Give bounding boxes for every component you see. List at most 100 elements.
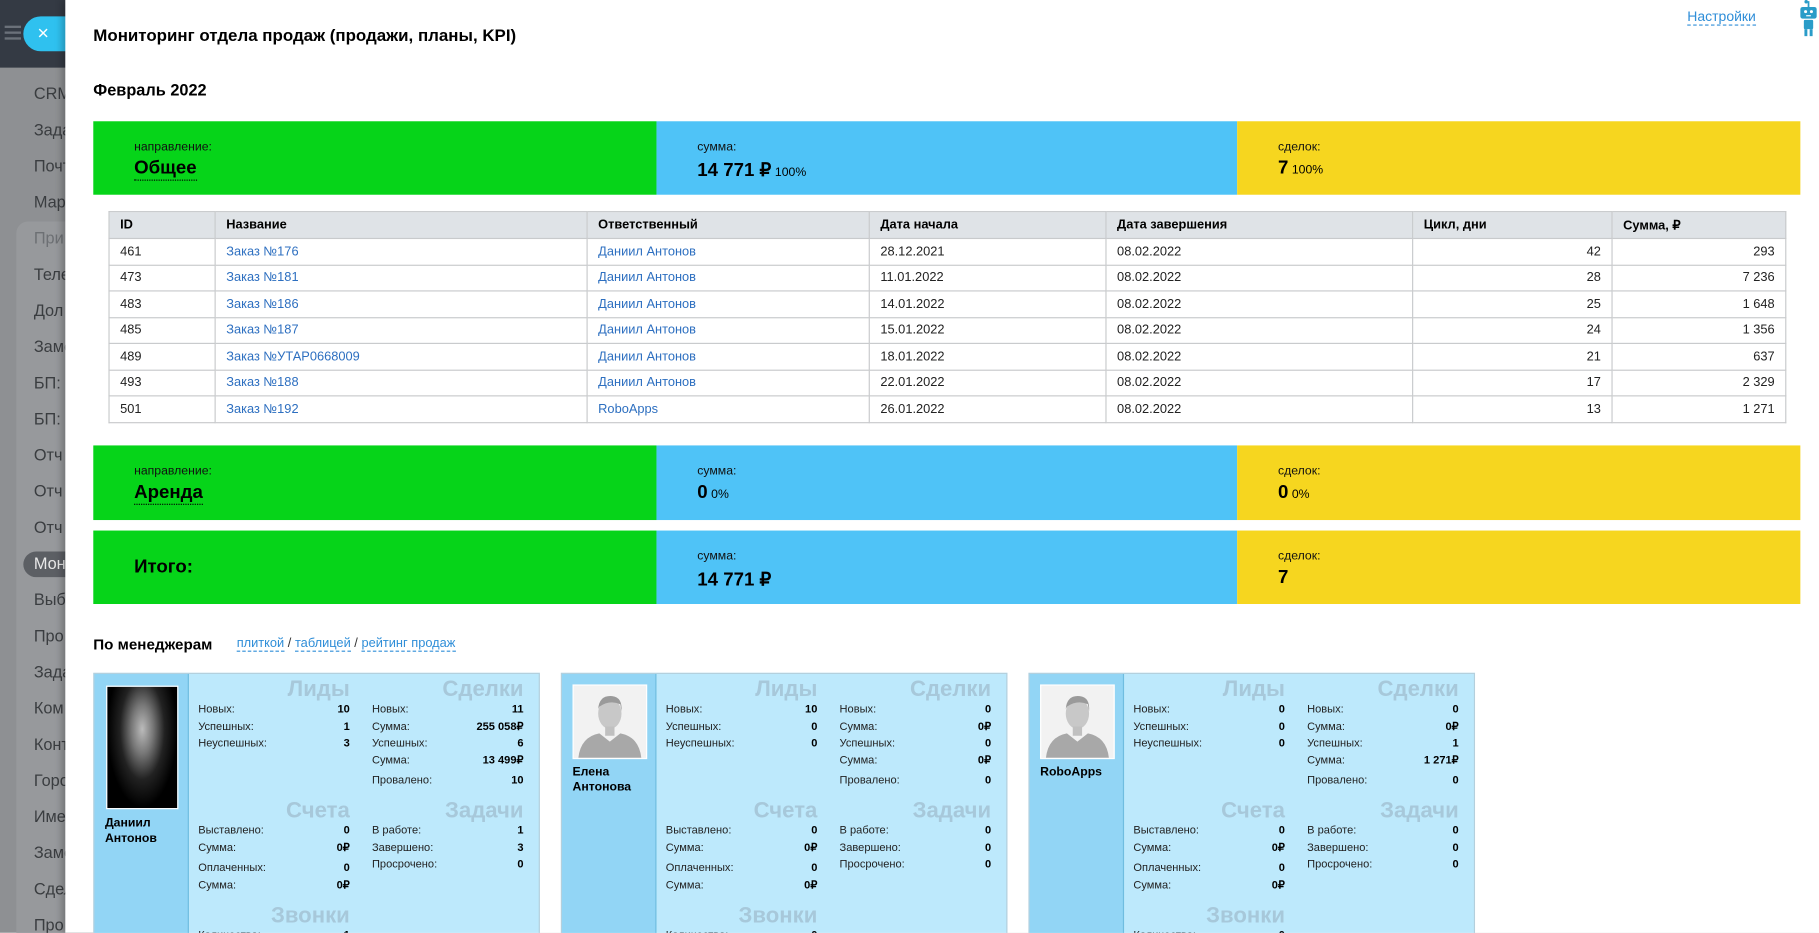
period-heading: Февраль 2022 xyxy=(93,80,207,100)
col-id: ID xyxy=(108,211,216,240)
total-label: Итого: xyxy=(134,557,193,578)
robot-icon[interactable] xyxy=(1797,0,1819,37)
stat-value: 255 058₽ xyxy=(476,720,524,733)
sum-label: сумма: xyxy=(697,139,737,154)
sidebar-item[interactable]: Дол xyxy=(34,301,63,320)
deal-link[interactable]: Заказ №188 xyxy=(226,376,298,390)
manager-card: Елена Антонова Лиды Новых: 10 Успешных: 0 Неус… xyxy=(560,672,1008,933)
view-table-link[interactable]: таблицей xyxy=(294,636,351,652)
deal-link[interactable]: Заказ №192 xyxy=(226,402,298,416)
settings-link[interactable]: Настройки xyxy=(1687,8,1756,26)
stat-value: 0 xyxy=(1278,824,1285,838)
stat-label: Количество: xyxy=(666,928,729,932)
stat-row: Сумма: 13 499₽ xyxy=(372,753,524,770)
deal-link[interactable]: Заказ №186 xyxy=(226,297,298,311)
sidebar-item[interactable]: Про xyxy=(34,626,64,645)
cell-start: 22.01.2022 xyxy=(868,369,1107,397)
user-link[interactable]: Даниил Антонов xyxy=(598,297,696,311)
direction-value[interactable]: Аренда xyxy=(134,483,203,505)
user-link[interactable]: Даниил Антонов xyxy=(598,323,696,337)
stat-label: Выставлено: xyxy=(665,824,732,838)
deal-link[interactable]: Заказ №181 xyxy=(226,271,298,285)
stat-row: В работе: 0 xyxy=(1307,823,1459,840)
stats-invoices: Счета Выставлено: 0 Сумма: 0₽ Оплаченных: 0 Сум… xyxy=(1133,798,1285,894)
direction-label: направление: xyxy=(134,464,212,479)
cell-cycle: 13 xyxy=(1412,395,1613,423)
stat-row: Сумма: 0₽ xyxy=(198,840,350,857)
stat-label: Просрочено: xyxy=(1307,858,1373,872)
stat-label: Сумма: xyxy=(839,753,878,767)
section-title: Лиды xyxy=(287,677,350,702)
cell-cycle: 24 xyxy=(1412,316,1613,344)
sidebar-item[interactable]: Горо xyxy=(34,771,69,790)
manager-avatar[interactable] xyxy=(572,684,648,760)
col-cycle: Цикл, дни xyxy=(1412,211,1613,240)
sidebar-item[interactable]: Отч xyxy=(34,445,63,464)
user-link[interactable]: Даниил Антонов xyxy=(598,271,696,285)
cell-end: 08.02.2022 xyxy=(1105,237,1414,266)
sidebar-item[interactable]: Выб xyxy=(34,590,66,609)
cell-cycle: 17 xyxy=(1412,369,1613,397)
sidebar-item[interactable]: Име xyxy=(34,807,66,826)
view-tiles-link[interactable]: плиткой xyxy=(236,636,285,652)
sidebar-item[interactable]: Про xyxy=(34,915,64,932)
sidebar-item[interactable]: При xyxy=(34,229,64,248)
cell-cycle: 42 xyxy=(1412,237,1613,266)
user-link[interactable]: Даниил Антонов xyxy=(598,350,696,364)
cell-end: 08.02.2022 xyxy=(1105,369,1414,397)
stat-label: Успешных: xyxy=(1133,720,1189,733)
col-sum: Сумма, ₽ xyxy=(1611,211,1787,240)
sidebar-item[interactable]: Отч xyxy=(34,518,63,537)
stat-label: Успешных: xyxy=(665,720,722,733)
cell-cycle: 21 xyxy=(1412,342,1613,371)
cell-name: Заказ №188 xyxy=(214,369,588,397)
direction-value[interactable]: Общее xyxy=(134,159,197,181)
stat-row: Завершено: 0 xyxy=(840,840,992,857)
managers-heading: По менеджерам xyxy=(93,635,213,653)
stats-deals: Сделки Новых: 11 Сумма: 255 058₽ Успешных: 6 Су… xyxy=(371,678,524,790)
avatar-placeholder-icon xyxy=(578,696,642,758)
deal-link[interactable]: Заказ №176 xyxy=(226,245,298,259)
stat-row: Завершено: 3 xyxy=(372,840,524,857)
stat-row: Сумма: 0₽ xyxy=(840,753,992,770)
table-row: 493 Заказ №188 Даниил Антонов 22.01.2022 08.… xyxy=(108,369,1787,397)
manager-name[interactable]: Елена Антонова xyxy=(573,765,655,795)
user-link[interactable]: RoboApps xyxy=(598,402,658,416)
sidebar-item[interactable]: Мар xyxy=(34,192,66,211)
sum-amount: 0 xyxy=(697,482,708,503)
stat-label: Успешных: xyxy=(371,736,428,750)
sidebar-item[interactable]: Отч xyxy=(34,482,63,501)
stat-row: Сумма: 1 271₽ xyxy=(1307,753,1459,770)
stat-row: Сумма: 0₽ xyxy=(198,877,350,894)
deal-link[interactable]: Заказ №УТАР0668009 xyxy=(226,350,360,364)
cell-name: Заказ №УТАР0668009 xyxy=(214,342,588,371)
stat-value: 0 xyxy=(1278,703,1285,716)
cell-id: 473 xyxy=(108,264,216,292)
user-link[interactable]: Даниил Антонов xyxy=(598,376,696,390)
stat-label: В работе: xyxy=(1307,824,1357,838)
manager-name[interactable]: RoboApps xyxy=(1040,765,1122,780)
stat-label: Сумма: xyxy=(371,720,410,733)
stat-value: 0 xyxy=(1452,841,1459,855)
menu-icon[interactable] xyxy=(4,25,21,40)
view-rating-link[interactable]: рейтинг продаж xyxy=(361,636,456,652)
stat-value: 0 xyxy=(1452,703,1459,716)
manager-name[interactable]: Даниил Антонов xyxy=(105,816,187,846)
total-sum: 14 771 ₽ xyxy=(697,570,772,591)
sidebar-item[interactable]: Ком xyxy=(34,698,64,717)
section-title: Звонки xyxy=(738,903,818,929)
stat-value: 0₽ xyxy=(336,841,350,855)
stat-label: Завершено: xyxy=(371,841,434,855)
manager-photo[interactable] xyxy=(106,685,179,810)
section-title: Звонки xyxy=(1206,903,1285,929)
manager-avatar[interactable] xyxy=(1040,684,1115,760)
deal-link[interactable]: Заказ №187 xyxy=(226,323,298,337)
sidebar-item[interactable]: Конт xyxy=(34,735,69,754)
stat-value: 6 xyxy=(517,736,524,750)
user-link[interactable]: Даниил Антонов xyxy=(598,245,696,259)
stat-label: Неуспешных: xyxy=(665,736,735,750)
sidebar-item[interactable]: Мон xyxy=(34,554,66,573)
stat-value: 0₽ xyxy=(977,753,992,767)
section-title: Счета xyxy=(1221,798,1285,824)
sum-value: 0 0% xyxy=(697,483,729,504)
